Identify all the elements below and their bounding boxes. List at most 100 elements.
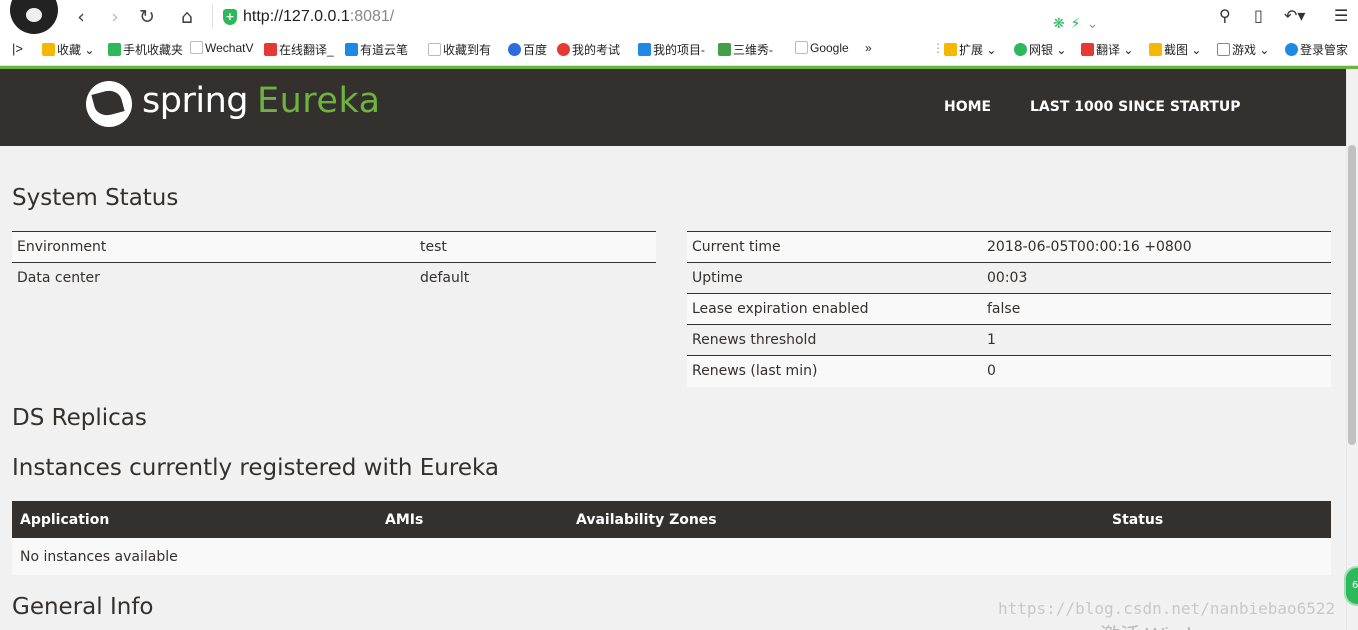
tool-games[interactable]: 游戏 ⌄ — [1217, 41, 1269, 58]
tool-extensions[interactable]: 扩展 ⌄ — [944, 41, 996, 58]
mobile-icon — [108, 43, 121, 56]
bookmark-projects[interactable]: 我的项目- — [638, 41, 705, 58]
column-application: Application — [12, 501, 377, 538]
address-bar-icons: ❋ ⚡ ⌄ — [1053, 13, 1123, 32]
table-row: Uptime 00:03 — [687, 262, 1331, 294]
system-status-right-table: Current time 2018-06-05T00:00:16 +0800 U… — [687, 231, 1331, 387]
note-icon — [345, 43, 358, 56]
tool-login-manager[interactable]: 登录管家 — [1285, 41, 1348, 58]
column-availability-zones: Availability Zones — [568, 501, 1104, 538]
nav-last-1000-link[interactable]: LAST 1000 SINCE STARTUP — [1030, 99, 1241, 115]
menu-icon[interactable]: ☰ — [1334, 6, 1348, 25]
tool-screenshot[interactable]: 截图 ⌄ — [1149, 41, 1201, 58]
project-icon — [638, 43, 651, 56]
table-row: Renews (last min) 0 — [687, 355, 1331, 387]
floating-badge[interactable]: 6 — [1344, 566, 1358, 606]
translate-icon — [1081, 43, 1094, 56]
table-row: Environment test — [12, 231, 656, 263]
phone-icon[interactable]: ▯ — [1254, 6, 1263, 25]
status-key: Lease expiration enabled — [687, 293, 982, 325]
forward-icon[interactable]: › — [102, 4, 128, 30]
instances-table: Application AMIs Availability Zones Stat… — [12, 501, 1331, 575]
undo-icon[interactable]: ↶▾ — [1284, 6, 1305, 25]
dropdown-icon[interactable]: ⌄ — [1087, 16, 1099, 32]
home-icon[interactable]: ⌂ — [174, 4, 200, 30]
bookmark-mobile[interactable]: 手机收藏夹 — [108, 41, 183, 58]
lightning-icon[interactable]: ⚡ — [1071, 16, 1081, 32]
status-key: Environment — [12, 231, 415, 263]
gamepad-icon — [1217, 43, 1230, 56]
bookmark-translate[interactable]: 在线翻译_ — [264, 41, 334, 58]
profile-avatar[interactable] — [10, 0, 58, 34]
status-key: Current time — [687, 231, 982, 263]
spring-logo-icon[interactable] — [86, 81, 132, 127]
secure-shield-icon: + — [223, 9, 237, 25]
table-row: Renews threshold 1 — [687, 324, 1331, 356]
star-icon — [42, 43, 55, 56]
activate-windows-watermark: 激活 Windows — [1100, 619, 1227, 630]
page-scrollbar[interactable] — [1346, 69, 1358, 630]
status-key: Renews (last min) — [687, 355, 982, 387]
status-value: test — [415, 231, 656, 263]
bookmarks-more-icon[interactable]: » — [865, 41, 872, 55]
speed-icon[interactable]: ❋ — [1053, 16, 1065, 32]
bookmark-3d[interactable]: 三维秀- — [718, 41, 773, 58]
column-amis: AMIs — [377, 501, 568, 538]
table-row: Lease expiration enabled false — [687, 293, 1331, 325]
youdao-y-icon — [264, 43, 277, 56]
nav-home-link[interactable]: HOME — [944, 99, 991, 115]
tool-translate[interactable]: 翻译 ⌄ — [1081, 41, 1133, 58]
brand-eureka[interactable]: Eureka — [257, 81, 381, 121]
no-instances-message: No instances available — [12, 538, 1331, 575]
bookmark-youdao-note[interactable]: 有道云笔 — [345, 41, 408, 58]
system-status-title: System Status — [12, 185, 179, 211]
tool-bank[interactable]: 网银 ⌄ — [1014, 41, 1066, 58]
reload-icon[interactable]: ↻ — [134, 4, 160, 30]
shield-icon — [1014, 43, 1027, 56]
status-value: 1 — [982, 324, 1331, 356]
bookmark-baidu[interactable]: 百度 — [508, 41, 547, 58]
status-key: Uptime — [687, 262, 982, 294]
general-info-title: General Info — [12, 594, 154, 620]
puzzle-icon — [944, 43, 957, 56]
baidu-paw-icon — [508, 43, 521, 56]
status-key: Renews threshold — [687, 324, 982, 356]
url-text[interactable]: http://127.0.0.1:8081/ — [243, 8, 394, 26]
bookmark-exam[interactable]: 我的考试 — [557, 41, 620, 58]
bookmark-save-to[interactable]: 收藏到有 — [428, 41, 491, 58]
system-status-left-table: Environment test Data center default — [12, 231, 656, 294]
csdn-watermark: https://blog.csdn.net/nanbiebao6522 — [998, 599, 1336, 618]
sidebar-toggle-icon[interactable]: |> — [12, 41, 23, 56]
status-value: 2018-06-05T00:00:16 +0800 — [982, 231, 1331, 263]
page-icon — [190, 41, 203, 54]
status-key: Data center — [12, 262, 415, 294]
instances-title: Instances currently registered with Eure… — [12, 455, 499, 481]
exam-icon — [557, 43, 570, 56]
status-value: false — [982, 293, 1331, 325]
tree-icon — [718, 43, 731, 56]
scrollbar-thumb[interactable] — [1348, 145, 1356, 445]
column-status: Status — [1104, 501, 1331, 538]
brand-spring[interactable]: spring — [142, 81, 248, 121]
status-value: default — [415, 262, 656, 294]
navbar: spring Eureka HOME LAST 1000 SINCE START… — [0, 69, 1346, 146]
bookmarks-bar: |> 收藏 ⌄ 手机收藏夹 WechatV 在线翻译_ 有道云笔 收藏到有 百度… — [0, 34, 1358, 66]
scissors-icon — [1149, 43, 1162, 56]
page-icon — [428, 43, 441, 56]
bookmark-google[interactable]: Google — [795, 41, 849, 55]
bookmark-wechatv[interactable]: WechatV — [190, 41, 253, 55]
separator-dots-icon: ⋮ — [932, 41, 944, 55]
table-row: Data center default — [12, 262, 656, 294]
page-icon — [795, 41, 808, 54]
search-icon[interactable]: ⚲ — [1219, 6, 1231, 25]
back-icon[interactable]: ‹ — [68, 4, 94, 30]
table-row: Current time 2018-06-05T00:00:16 +0800 — [687, 231, 1331, 263]
status-value: 0 — [982, 355, 1331, 387]
table-header-row: Application AMIs Availability Zones Stat… — [12, 501, 1331, 538]
bookmark-favorites[interactable]: 收藏 ⌄ — [42, 41, 94, 58]
ds-replicas-title: DS Replicas — [12, 405, 147, 431]
address-bar[interactable]: + http://127.0.0.1:8081/ ❋ ⚡ ⌄ — [212, 5, 1098, 32]
browser-toolbar: ‹ › ↻ ⌂ + http://127.0.0.1:8081/ ❋ ⚡ ⌄ ⚲ ▯… — [0, 0, 1358, 34]
table-row: No instances available — [12, 538, 1331, 575]
eureka-page: spring Eureka HOME LAST 1000 SINCE START… — [0, 69, 1346, 630]
